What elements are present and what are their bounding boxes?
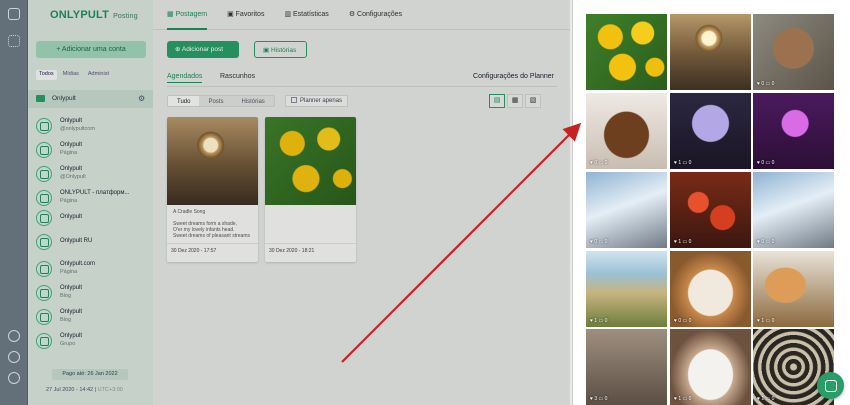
photo-stats: ♥ 3 ▭ 0 — [590, 396, 608, 402]
grid-photo[interactable]: ♥ 1 ▭ 0 — [670, 172, 751, 248]
photo-stats: ♥ 1 ▭ 0 — [757, 318, 775, 324]
grid-photo[interactable]: ♥ 0 ▭ 0 — [670, 251, 751, 327]
grid-photo[interactable]: ♥ 1 ▭ 0 — [586, 251, 667, 327]
grid-photo[interactable]: ♥ 0 ▭ 0 — [586, 93, 667, 169]
grid-photo[interactable]: ♥ 1 ▭ 0 — [753, 251, 834, 327]
photo-stats: ♥ 0 ▭ 0 — [674, 318, 692, 324]
grid-photo[interactable]: ♥ 0 ▭ 0 — [753, 14, 834, 90]
photo-stats: ♥ 0 ▭ 0 — [590, 160, 608, 166]
photo-stats: ♥ 1 ▭ 0 — [590, 318, 608, 324]
photo-stats: ♥ 0 ▭ 0 — [757, 81, 775, 87]
grid-photo[interactable]: ♥ 0 ▭ 0 — [753, 93, 834, 169]
photo-stats: ♥ 1 ▭ 0 — [674, 160, 692, 166]
grid-photo[interactable]: ♥ 1 ▭ 0 — [670, 93, 751, 169]
grid-photo[interactable] — [670, 14, 751, 90]
chat-support-button[interactable] — [817, 372, 844, 399]
photo-stats: ♥ 1 ▭ 0 — [674, 239, 692, 245]
photo-stats: ♥ 0 ▭ 0 — [757, 160, 775, 166]
dim-overlay — [0, 0, 570, 405]
photo-stats: ♥ 1 ▭ 0 — [674, 396, 692, 402]
grid-photo[interactable]: ♥ 0 ▭ 0 — [753, 172, 834, 248]
grid-photo[interactable]: ♥ 1 ▭ 0 — [670, 329, 751, 405]
grid-photo[interactable]: ♥ 3 ▭ 0 — [586, 329, 667, 405]
photo-stats: ♥ 0 ▭ 0 — [590, 239, 608, 245]
instagram-grid-preview: ♥ 0 ▭ 0 ♥ 0 ▭ 0 ♥ 1 ▭ 0 ♥ 0 ▭ 0 ♥ 0 ▭ 0 … — [572, 0, 850, 405]
photo-stats: ♥ 0 ▭ 0 — [757, 239, 775, 245]
photo-stats: ♥ 1 ▭ 0 — [757, 396, 775, 402]
grid-photo[interactable] — [586, 14, 667, 90]
grid-photo[interactable]: ♥ 0 ▭ 0 — [586, 172, 667, 248]
